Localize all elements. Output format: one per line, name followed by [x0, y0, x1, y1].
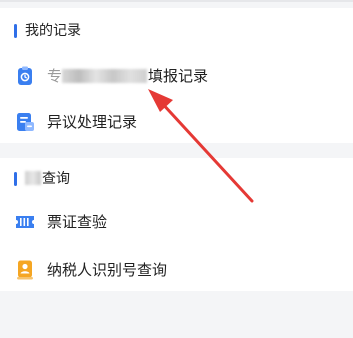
fill-records-prefix: 专 [47, 67, 63, 85]
list-item-taxpayer-id-query[interactable]: 纳税人识别号查询 [0, 248, 353, 292]
records-section: 我的记录 专填报记录 异议处理记录 [0, 8, 353, 143]
section-accent-bar [14, 24, 17, 38]
person-badge-icon [14, 259, 36, 281]
query-section-title-wrap: 查询 [25, 169, 70, 189]
list-item-fill-records[interactable]: 专填报记录 [0, 54, 353, 98]
blurred-text [62, 69, 148, 83]
list-item-objection-records[interactable]: 异议处理记录 [0, 100, 353, 144]
list-item-ticket-verify[interactable]: 票证查验 [0, 200, 353, 244]
records-section-title: 我的记录 [25, 23, 81, 39]
top-divider [0, 0, 353, 2]
clipboard-icon [14, 65, 36, 87]
blurred-text [25, 171, 41, 185]
objection-records-label: 异议处理记录 [47, 113, 138, 131]
records-section-header: 我的记录 [0, 8, 353, 54]
taxpayer-id-query-label: 纳税人识别号查询 [47, 261, 168, 279]
ticket-icon [14, 211, 36, 233]
query-section: 查询 票证查验 纳税人识别号查询 [0, 158, 353, 291]
section-accent-bar [14, 172, 17, 186]
query-section-title: 查询 [42, 171, 70, 187]
document-icon [14, 111, 36, 133]
ticket-verify-label: 票证查验 [47, 213, 108, 231]
fill-records-label: 专填报记录 [47, 67, 209, 85]
query-section-header: 查询 [0, 158, 353, 202]
